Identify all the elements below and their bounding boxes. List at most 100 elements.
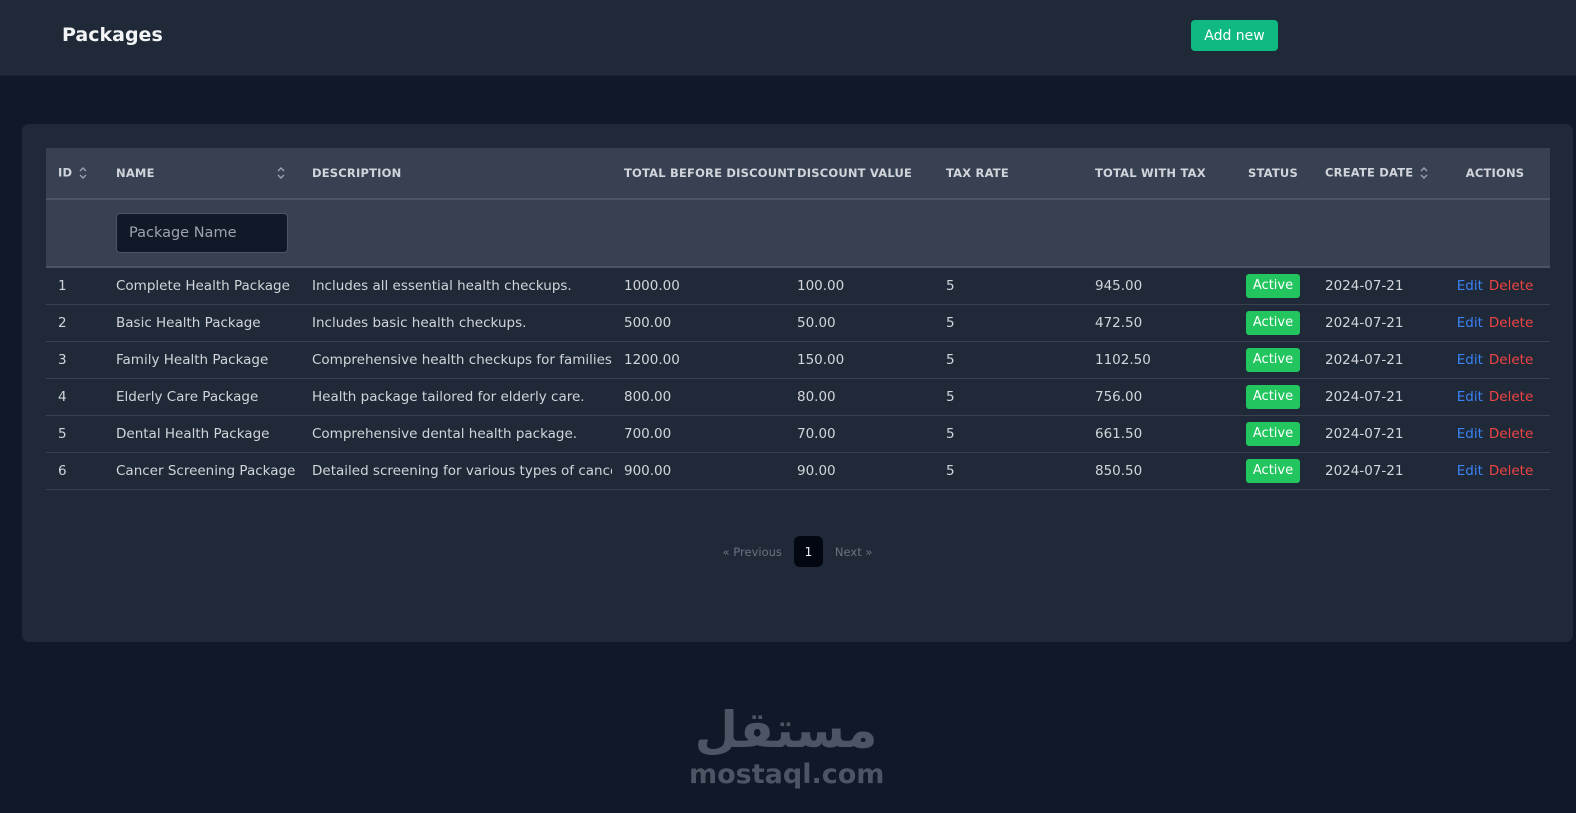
sort-icon[interactable] [1419, 165, 1429, 181]
cell-actions: Edit Delete [1440, 378, 1550, 415]
cell-name: Elderly Care Package [116, 388, 259, 405]
cell-create-date: 2024-07-21 [1325, 462, 1404, 479]
filter-cell-empty [46, 199, 104, 267]
cell-name: Complete Health Package [116, 277, 290, 294]
watermark-arabic-text: مستقل [694, 701, 878, 759]
table-row: 2 Basic Health Package Includes basic he… [46, 304, 1550, 341]
column-header-actions: ACTIONS [1465, 166, 1525, 180]
cell-description: Comprehensive health checkups for famili… [312, 351, 612, 368]
column-header-id-label: ID [58, 165, 73, 180]
cell-total-with-tax: 1102.50 [1095, 351, 1151, 368]
cell-description: Includes basic health checkups. [312, 314, 527, 331]
edit-link[interactable]: Edit [1457, 315, 1483, 331]
cell-total-with-tax: 756.00 [1095, 388, 1143, 405]
column-header-total-with-tax: TOTAL WITH TAX [1095, 166, 1206, 180]
cell-discount-value: 100.00 [797, 277, 845, 294]
filter-cell-name [104, 199, 300, 267]
cell-create-date: 2024-07-21 [1325, 351, 1404, 368]
table-header-row: ID NAME DESCRIPTION TOTAL BEFORE DISCOUN… [46, 148, 1550, 199]
status-badge: Active [1245, 273, 1301, 298]
table-row: 4 Elderly Care Package Health package ta… [46, 378, 1550, 415]
column-header-tax-rate: TAX RATE [946, 166, 1009, 180]
column-header-create-date[interactable]: CREATE DATE [1313, 148, 1440, 199]
edit-link[interactable]: Edit [1457, 278, 1483, 294]
delete-link[interactable]: Delete [1489, 389, 1533, 405]
cell-actions: Edit Delete [1440, 341, 1550, 378]
package-name-filter-input[interactable] [116, 213, 288, 253]
table-row: 6 Cancer Screening Package Detailed scre… [46, 452, 1550, 489]
cell-tax-rate: 5 [946, 425, 955, 442]
cell-status: Active [1233, 452, 1313, 489]
delete-link[interactable]: Delete [1489, 278, 1533, 294]
cell-status: Active [1233, 341, 1313, 378]
edit-link[interactable]: Edit [1457, 352, 1483, 368]
cell-id: 1 [58, 277, 67, 294]
cell-total-with-tax: 661.50 [1095, 425, 1143, 442]
column-header-name[interactable]: NAME [104, 148, 300, 199]
cell-tax-rate: 5 [946, 351, 955, 368]
cell-name: Cancer Screening Package [116, 462, 296, 479]
cell-id: 2 [58, 314, 67, 331]
column-header-name-label: NAME [116, 166, 155, 180]
table-row: 5 Dental Health Package Comprehensive de… [46, 415, 1550, 452]
page-number-current[interactable]: 1 [793, 536, 823, 567]
pagination: « Previous 1 Next » [22, 536, 1573, 567]
cell-description: Detailed screening for various types of … [312, 462, 612, 479]
delete-link[interactable]: Delete [1489, 426, 1533, 442]
cell-discount-value: 80.00 [797, 388, 836, 405]
cell-discount-value: 90.00 [797, 462, 836, 479]
column-header-total-before-discount: TOTAL BEFORE DISCOUNT [624, 166, 796, 180]
cell-total-before-discount: 1000.00 [624, 277, 680, 294]
mostaql-watermark-logo: مستقل mostaql.com [689, 700, 885, 795]
cell-actions: Edit Delete [1440, 452, 1550, 489]
cell-total-with-tax: 472.50 [1095, 314, 1143, 331]
cell-total-before-discount: 800.00 [624, 388, 672, 405]
packages-table: ID NAME DESCRIPTION TOTAL BEFORE DISCOUN… [46, 148, 1550, 490]
cell-total-before-discount: 700.00 [624, 425, 672, 442]
cell-status: Active [1233, 267, 1313, 304]
cell-tax-rate: 5 [946, 277, 955, 294]
table-body: 1 Complete Health Package Includes all e… [46, 267, 1550, 489]
cell-total-before-discount: 500.00 [624, 314, 672, 331]
sort-icon[interactable] [78, 165, 88, 181]
table-filter-row [46, 199, 1550, 267]
packages-table-wrapper: ID NAME DESCRIPTION TOTAL BEFORE DISCOUN… [46, 148, 1550, 490]
cell-description: Comprehensive dental health package. [312, 425, 578, 442]
cell-id: 3 [58, 351, 67, 368]
cell-discount-value: 70.00 [797, 425, 836, 442]
column-header-id[interactable]: ID [46, 148, 104, 199]
edit-link[interactable]: Edit [1457, 389, 1483, 405]
cell-id: 5 [58, 425, 67, 442]
filter-cell-empty [300, 199, 1550, 267]
cell-status: Active [1233, 304, 1313, 341]
column-header-create-date-label: CREATE DATE [1325, 165, 1414, 180]
status-badge: Active [1245, 421, 1301, 446]
cell-total-before-discount: 1200.00 [624, 351, 680, 368]
add-new-button[interactable]: Add new [1191, 20, 1278, 51]
cell-actions: Edit Delete [1440, 415, 1550, 452]
delete-link[interactable]: Delete [1489, 352, 1533, 368]
cell-create-date: 2024-07-21 [1325, 314, 1404, 331]
delete-link[interactable]: Delete [1489, 463, 1533, 479]
cell-discount-value: 50.00 [797, 314, 836, 331]
cell-tax-rate: 5 [946, 314, 955, 331]
previous-page-link[interactable]: « Previous [723, 545, 782, 559]
sort-icon[interactable] [276, 165, 286, 181]
column-header-discount-value: DISCOUNT VALUE [797, 166, 913, 180]
cell-create-date: 2024-07-21 [1325, 388, 1404, 405]
delete-link[interactable]: Delete [1489, 315, 1533, 331]
column-header-status: STATUS [1248, 166, 1298, 180]
watermark-latin-text: mostaql.com [689, 759, 885, 790]
cell-create-date: 2024-07-21 [1325, 425, 1404, 442]
page-title: Packages [62, 24, 163, 46]
table-row: 3 Family Health Package Comprehensive he… [46, 341, 1550, 378]
edit-link[interactable]: Edit [1457, 426, 1483, 442]
cell-id: 6 [58, 462, 67, 479]
cell-status: Active [1233, 378, 1313, 415]
next-page-link[interactable]: Next » [835, 545, 872, 559]
cell-name: Dental Health Package [116, 425, 270, 442]
top-bar: Packages Add new [0, 0, 1576, 76]
cell-description: Includes all essential health checkups. [312, 277, 572, 294]
cell-create-date: 2024-07-21 [1325, 277, 1404, 294]
edit-link[interactable]: Edit [1457, 463, 1483, 479]
